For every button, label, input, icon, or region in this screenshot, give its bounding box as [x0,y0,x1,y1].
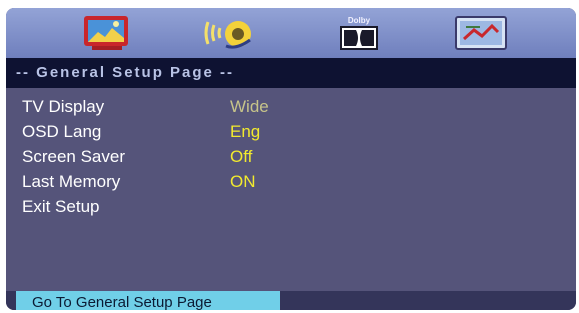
audio-setup-icon[interactable] [202,14,260,52]
menu-value-osd-lang: Eng [230,122,261,141]
menu-value-screen-saver: Off [230,147,253,166]
setup-menu-panel: Dolby -- General Setup Page -- TV Displa… [6,8,576,310]
menu-item-screen-saver[interactable]: Screen Saver [22,146,125,168]
dolby-setup-icon[interactable]: Dolby [334,14,384,52]
status-bar: Go To General Setup Page [6,291,576,310]
setup-category-bar: Dolby [6,8,576,58]
page-title: -- General Setup Page -- [6,58,576,88]
menu-item-last-memory[interactable]: Last Memory [22,171,120,193]
menu-value-tv-display: Wide [230,97,269,116]
menu-value-last-memory: ON [230,172,256,191]
general-setup-icon[interactable] [82,14,132,52]
menu-item-osd-lang[interactable]: OSD Lang [22,121,101,143]
video-setup-icon[interactable] [452,14,512,52]
menu-item-tv-display[interactable]: TV Display [22,96,104,118]
dolby-label: Dolby [348,16,371,25]
status-text: Go To General Setup Page [16,291,280,310]
menu-item-exit-setup[interactable]: Exit Setup [22,196,100,218]
